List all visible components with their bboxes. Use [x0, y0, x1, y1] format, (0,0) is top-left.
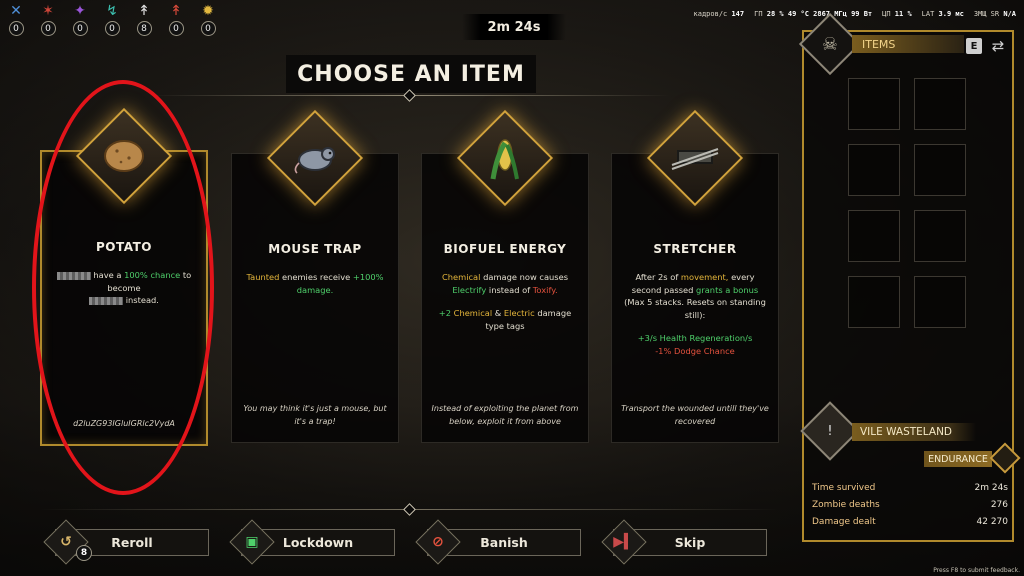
skip-button[interactable]: ▶▍ Skip: [601, 519, 767, 565]
lockdown-button[interactable]: ▣ Lockdown: [229, 519, 395, 565]
card-flavor-text: Transport the wounded untill they've rec…: [621, 404, 769, 426]
blue-rune-icon: ✕: [10, 3, 22, 19]
fps-readout: кадров/с 147: [693, 10, 745, 18]
latency-readout: LAT 3.9 мс: [921, 10, 964, 18]
card-title: BIOFUEL ENERGY: [443, 242, 567, 256]
item-card-mouse-trap[interactable]: MOUSE TRAP Taunted enemies receive +100%…: [231, 109, 399, 443]
swap-icon[interactable]: ⇄: [988, 36, 1008, 56]
resource-counter: ✹ 0: [196, 2, 220, 36]
sr-readout: ЗМЩ SR N/A: [973, 10, 1016, 18]
cpu-readout: ЦП 11 %: [882, 10, 912, 18]
gpu-readout: ГП 28 % 49 °C 2867 МГц 99 Вт: [754, 10, 873, 18]
item-slot[interactable]: [848, 210, 900, 262]
resource-counter: ✕ 0: [4, 2, 28, 36]
stat-row: Damage dealt 42 270: [812, 516, 1008, 527]
skip-icon: ▶▍: [613, 534, 635, 550]
feedback-hint: Press F8 to submit feedback.: [933, 567, 1020, 574]
run-stats: Time survived 2m 24s Zombie deaths 276 Dam…: [812, 479, 1008, 530]
resource-counter: ↯ 0: [100, 2, 124, 36]
stretcher-icon: [671, 148, 719, 170]
page-title: CHOOSE AN ITEM: [286, 55, 536, 93]
items-panel-title: ITEMS: [852, 35, 964, 53]
card-description: have a 100% chance to become instead.: [52, 269, 196, 307]
resource-counter: ↟ 0: [164, 2, 188, 36]
resource-counter: ✶ 0: [36, 2, 60, 36]
counter-value: 0: [200, 21, 216, 36]
stat-row: Zombie deaths 276: [812, 499, 1008, 510]
skull-icon: ☠: [821, 33, 839, 55]
teal-rune-icon: ↯: [106, 3, 118, 19]
rat-icon: [294, 147, 335, 174]
red-rune-icon: ✶: [42, 3, 54, 19]
resource-counter: ↟ 8: [132, 2, 156, 36]
banish-button-label: Banish: [480, 535, 528, 550]
purple-rune-icon: ✦: [74, 3, 86, 19]
card-title: MOUSE TRAP: [268, 242, 362, 256]
censored-text: [89, 296, 124, 305]
reroll-button[interactable]: ↺ 8 Reroll: [43, 519, 209, 565]
item-slot[interactable]: [848, 276, 900, 328]
resource-counter: ✦ 0: [68, 2, 92, 36]
counter-value: 0: [104, 21, 120, 36]
white-blade-icon: ↟: [138, 3, 150, 19]
counter-value: 0: [40, 21, 56, 36]
item-slot[interactable]: [914, 276, 966, 328]
card-flavor-text: You may think it's just a mouse, but it'…: [243, 404, 387, 426]
card-flavor-text: d2luZG93IGluIGRlc2VydA: [73, 418, 175, 428]
item-slot[interactable]: [914, 210, 966, 262]
item-card-stretcher[interactable]: STRETCHER After 2s of movement, every se…: [611, 109, 779, 443]
key-hint-e[interactable]: E: [966, 38, 982, 54]
item-slot[interactable]: [848, 78, 900, 130]
skip-button-label: Skip: [674, 535, 706, 550]
info-icon: !: [827, 423, 833, 439]
item-card-biofuel-energy[interactable]: BIOFUEL ENERGY Chemical damage now cause…: [421, 109, 589, 443]
item-slot[interactable]: [914, 78, 966, 130]
item-card-potato[interactable]: POTATO have a 100% chance to become inst…: [40, 107, 208, 446]
card-description: Chemical damage now causes Electrify ins…: [438, 272, 572, 331]
card-description: After 2s of movement, every second passe…: [624, 272, 766, 356]
map-name: VILE WASTELAND: [852, 423, 976, 441]
stat-row: Time survived 2m 24s: [812, 482, 1008, 493]
card-description: Taunted enemies receive +100% damage.: [246, 272, 384, 295]
red-blade-icon: ↟: [170, 3, 182, 19]
counter-value: 0: [8, 21, 24, 36]
corn-icon: [490, 139, 519, 180]
banish-icon: ⊘: [432, 534, 444, 550]
gold-sun-icon: ✹: [202, 3, 214, 19]
counter-value: 8: [136, 21, 152, 36]
counter-value: 0: [72, 21, 88, 36]
difficulty-badge: ENDURANCE: [924, 451, 992, 467]
lockdown-button-label: Lockdown: [282, 535, 354, 550]
card-flavor-text: Instead of exploiting the planet from be…: [431, 404, 579, 426]
lock-icon: ▣: [245, 534, 259, 550]
performance-overlay: кадров/с 147 ГП 28 % 49 °C 2867 МГц 99 В…: [694, 10, 1016, 18]
counter-value: 0: [168, 21, 184, 36]
item-slot[interactable]: [914, 144, 966, 196]
card-title: POTATO: [96, 240, 152, 254]
resource-counters: ✕ 0 ✶ 0 ✦ 0 ↯ 0 ↟ 8 ↟ 0 ✹ 0: [4, 2, 220, 36]
card-title: STRETCHER: [653, 242, 737, 256]
run-timer: 2m 24s: [462, 14, 566, 40]
banish-button[interactable]: ⊘ Banish: [415, 519, 581, 565]
potato-icon: [104, 140, 144, 172]
reroll-button-label: Reroll: [111, 535, 153, 550]
reroll-count-badge: 8: [76, 545, 92, 561]
item-slot[interactable]: [848, 144, 900, 196]
censored-text: [56, 271, 91, 280]
